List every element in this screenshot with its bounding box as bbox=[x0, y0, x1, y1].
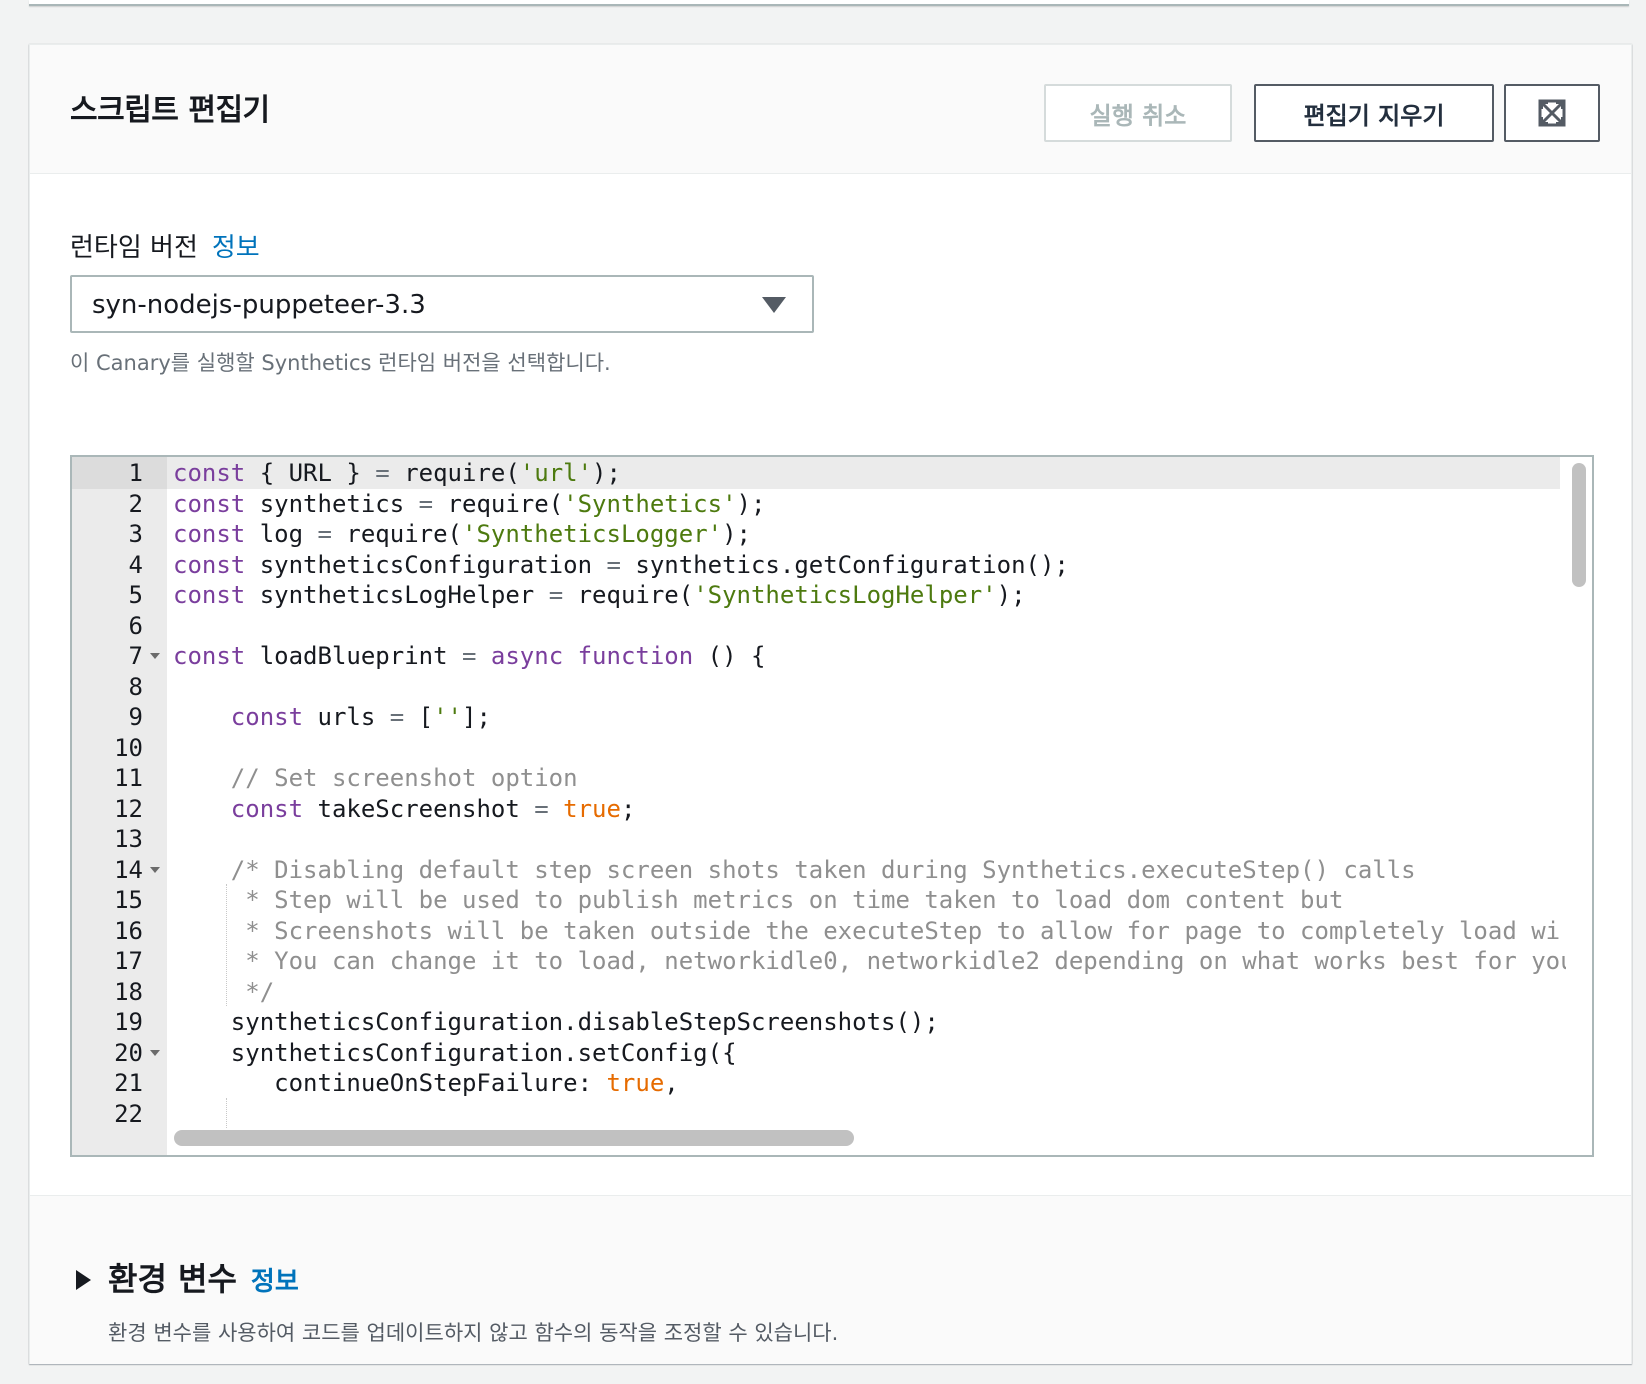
script-editor-card: 스크립트 편집기 실행 취소 편집기 지우기 런타임 버전 정보 syn-node… bbox=[29, 44, 1632, 1364]
undo-button[interactable]: 실행 취소 bbox=[1044, 84, 1232, 142]
line-number: 15 bbox=[114, 886, 143, 914]
vertical-scrollbar[interactable] bbox=[1572, 463, 1586, 587]
expand-icon bbox=[1538, 99, 1566, 127]
code-line[interactable]: 12 const takeScreenshot = true; bbox=[72, 793, 1560, 825]
code-text: const syntheticsConfiguration = syntheti… bbox=[173, 550, 1069, 579]
line-number: 10 bbox=[114, 733, 143, 762]
indent-guide bbox=[226, 1097, 227, 1128]
indent-guide bbox=[226, 884, 227, 1006]
code-text: syntheticsConfiguration.setConfig({ bbox=[173, 1038, 737, 1067]
fullscreen-button[interactable] bbox=[1504, 84, 1600, 142]
code-line[interactable]: 16 * Screenshots will be taken outside t… bbox=[72, 915, 1560, 947]
line-number: 9 bbox=[128, 703, 143, 731]
fold-arrow-icon[interactable] bbox=[150, 653, 160, 659]
code-text: const loadBlueprint = async function () … bbox=[173, 642, 766, 670]
environment-variables-description: 환경 변수를 사용하여 코드를 업데이트하지 않고 함수의 동작을 조정할 수 … bbox=[108, 1321, 839, 1345]
environment-variables-title-text: 환경 변수 bbox=[108, 1260, 237, 1298]
line-number: 12 bbox=[114, 794, 143, 823]
line-number: 21 bbox=[114, 1069, 143, 1097]
code-text: const { URL } = require('url'); bbox=[173, 459, 621, 487]
code-text: syntheticsConfiguration.disableStepScree… bbox=[173, 1008, 939, 1036]
line-number: 20 bbox=[114, 1038, 143, 1067]
runtime-version-description: 이 Canary를 실행할 Synthetics 런타임 버전을 선택합니다. bbox=[70, 351, 611, 375]
code-text: const log = require('SyntheticsLogger'); bbox=[173, 520, 751, 548]
code-line[interactable]: 13 bbox=[72, 823, 1560, 855]
line-number: 22 bbox=[114, 1099, 143, 1128]
code-line[interactable]: 2 const synthetics = require('Synthetics'… bbox=[72, 488, 1560, 520]
line-number: 6 bbox=[128, 611, 143, 640]
horizontal-scrollbar[interactable] bbox=[174, 1130, 854, 1146]
line-number: 1 bbox=[128, 459, 143, 487]
code-line[interactable]: 15 * Step will be used to publish metric… bbox=[72, 884, 1560, 916]
code-line[interactable]: 10 bbox=[72, 732, 1560, 764]
code-line[interactable]: 18 */ bbox=[72, 976, 1560, 1008]
line-number: 8 bbox=[128, 672, 143, 701]
runtime-version-label-text: 런타임 버전 bbox=[70, 233, 198, 263]
line-number: 13 bbox=[114, 825, 143, 853]
code-text: // Set screenshot option bbox=[173, 764, 578, 792]
code-text: */ bbox=[173, 977, 275, 1006]
code-line[interactable]: 21 continueOnStepFailure: true, bbox=[72, 1067, 1560, 1099]
line-number: 2 bbox=[128, 489, 143, 518]
runtime-version-select[interactable]: syn-nodejs-puppeteer-3.3 bbox=[70, 275, 814, 333]
environment-variables-title[interactable]: 환경 변수 정보 bbox=[108, 1254, 299, 1300]
runtime-version-label: 런타임 버전 정보 bbox=[70, 227, 260, 264]
code-line[interactable]: 4 const syntheticsConfiguration = synthet… bbox=[72, 549, 1560, 581]
line-number: 5 bbox=[128, 581, 143, 609]
code-text: const syntheticsLogHelper = require('Syn… bbox=[173, 581, 1026, 609]
code-line[interactable]: 7 const loadBlueprint = async function ()… bbox=[72, 640, 1560, 672]
line-number: 3 bbox=[128, 520, 143, 548]
card-title: 스크립트 편집기 bbox=[70, 93, 270, 128]
code-line[interactable]: 1 const { URL } = require('url'); bbox=[72, 457, 1560, 489]
line-number: 19 bbox=[114, 1008, 143, 1036]
line-number: 14 bbox=[114, 855, 143, 884]
code-line[interactable]: 5 const syntheticsLogHelper = require('Sy… bbox=[72, 579, 1560, 611]
line-number: 7 bbox=[128, 642, 143, 670]
code-line[interactable]: 22 bbox=[72, 1098, 1560, 1130]
expand-caret-icon[interactable] bbox=[76, 1270, 91, 1290]
fold-arrow-icon[interactable] bbox=[150, 1049, 160, 1056]
line-number: 17 bbox=[114, 947, 143, 975]
runtime-version-value: syn-nodejs-puppeteer-3.3 bbox=[92, 290, 426, 320]
code-line[interactable]: 3 const log = require('SyntheticsLogger')… bbox=[72, 518, 1560, 550]
code-line[interactable]: 9 const urls = ['']; bbox=[72, 701, 1560, 733]
line-number: 16 bbox=[114, 916, 143, 945]
code-text: * Screenshots will be taken outside the … bbox=[173, 916, 1561, 945]
runtime-info-link[interactable]: 정보 bbox=[212, 233, 260, 263]
code-text: const synthetics = require('Synthetics')… bbox=[173, 489, 766, 518]
clear-editor-button[interactable]: 편집기 지우기 bbox=[1254, 84, 1494, 142]
fold-arrow-icon[interactable] bbox=[150, 866, 160, 873]
code-line[interactable]: 19 syntheticsConfiguration.disableStepSc… bbox=[72, 1006, 1560, 1038]
line-number: 11 bbox=[114, 764, 143, 792]
card-header: 스크립트 편집기 실행 취소 편집기 지우기 bbox=[30, 45, 1631, 174]
previous-card-edge bbox=[29, 0, 1629, 6]
code-line[interactable]: 11 // Set screenshot option bbox=[72, 762, 1560, 794]
caret-down-icon bbox=[762, 297, 786, 313]
code-text: * You can change it to load, networkidle… bbox=[173, 947, 1575, 975]
code-line[interactable]: 20 syntheticsConfiguration.setConfig({ bbox=[72, 1037, 1560, 1069]
code-line[interactable]: 8 bbox=[72, 671, 1560, 703]
code-line[interactable]: 17 * You can change it to load, networki… bbox=[72, 945, 1574, 977]
code-line[interactable]: 14 /* Disabling default step screen shot… bbox=[72, 854, 1560, 886]
code-line[interactable]: 6 bbox=[72, 610, 1560, 642]
line-number: 4 bbox=[128, 550, 143, 579]
code-text: * Step will be used to publish metrics o… bbox=[173, 886, 1344, 914]
code-text: /* Disabling default step screen shots t… bbox=[173, 855, 1416, 884]
code-text: const takeScreenshot = true; bbox=[230, 794, 636, 823]
environment-variables-info-link[interactable]: 정보 bbox=[251, 1267, 299, 1297]
code-text: continueOnStepFailure: true, bbox=[173, 1069, 679, 1097]
code-editor[interactable]: 1 const { URL } = require('url'); 2 const s… bbox=[70, 455, 1594, 1157]
code-text: const urls = ['']; bbox=[230, 703, 491, 731]
line-number: 18 bbox=[114, 977, 143, 1006]
